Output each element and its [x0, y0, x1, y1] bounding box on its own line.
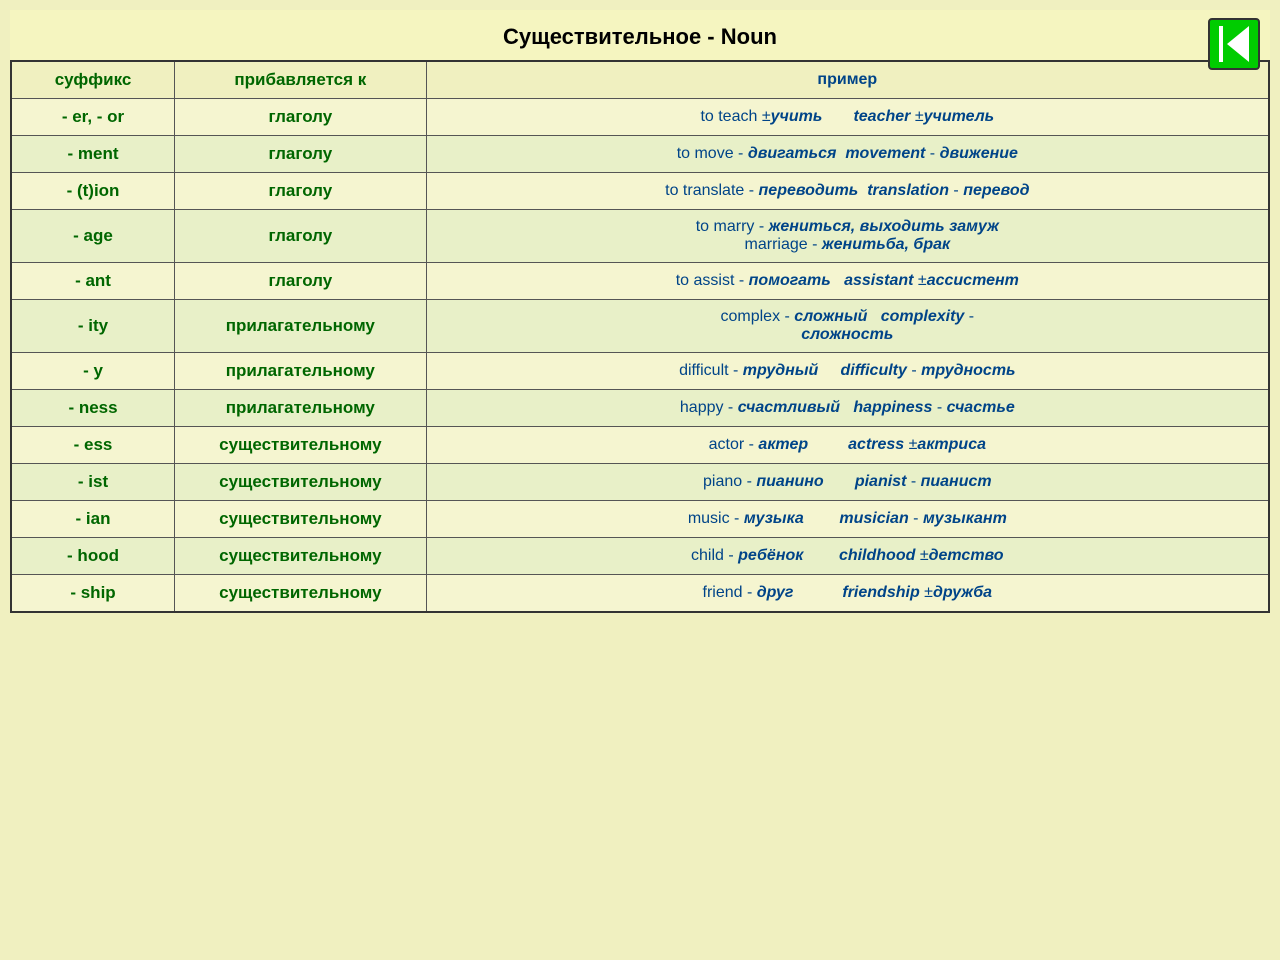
cell-added-to: прилагательному — [175, 353, 427, 390]
cell-suffix: - age — [11, 210, 175, 263]
cell-suffix: - ist — [11, 464, 175, 501]
table-row: - shipсуществительномуfriend - друг frie… — [11, 575, 1269, 613]
cell-example: happy - счастливый happiness - счастье — [426, 390, 1269, 427]
cell-example: friend - друг friendship ±дружба — [426, 575, 1269, 613]
table-row: - nessприлагательномуhappy - счастливый … — [11, 390, 1269, 427]
cell-example: to assist - помогать assistant ±ассистен… — [426, 263, 1269, 300]
cell-example: to marry - жениться, выходить замужmarri… — [426, 210, 1269, 263]
cell-suffix: - ment — [11, 136, 175, 173]
cell-suffix: - ant — [11, 263, 175, 300]
cell-example: actor - актер actress ±актриса — [426, 427, 1269, 464]
header-suffix: суффикс — [11, 61, 175, 99]
page-title: Существительное - Noun — [503, 24, 777, 50]
cell-suffix: - ian — [11, 501, 175, 538]
cell-suffix: - ity — [11, 300, 175, 353]
cell-example: child - ребёнок childhood ±детство — [426, 538, 1269, 575]
table-row: - ianсуществительномуmusic - музыка musi… — [11, 501, 1269, 538]
cell-example: piano - пианино pianist - пианист — [426, 464, 1269, 501]
cell-suffix: - er, - or — [11, 99, 175, 136]
cell-example: to move - двигаться movement - движение — [426, 136, 1269, 173]
table-row: - mentглаголуto move - двигаться movemen… — [11, 136, 1269, 173]
cell-suffix: - ship — [11, 575, 175, 613]
cell-suffix: - y — [11, 353, 175, 390]
cell-added-to: существительному — [175, 464, 427, 501]
table-row: - (t)ionглаголуto translate - переводить… — [11, 173, 1269, 210]
page-wrapper: Существительное - Noun суффикс прибавляе… — [10, 10, 1270, 613]
cell-added-to: прилагательному — [175, 300, 427, 353]
cell-example: music - музыка musician - музыкант — [426, 501, 1269, 538]
table-row: - antглаголуto assist - помогать assista… — [11, 263, 1269, 300]
cell-added-to: прилагательному — [175, 390, 427, 427]
page-header: Существительное - Noun — [10, 10, 1270, 60]
cell-suffix: - ness — [11, 390, 175, 427]
table-row: - istсуществительномуpiano - пианино pia… — [11, 464, 1269, 501]
cell-suffix: - hood — [11, 538, 175, 575]
cell-added-to: глаголу — [175, 136, 427, 173]
cell-example: difficult - трудный difficulty - труднос… — [426, 353, 1269, 390]
cell-added-to: существительному — [175, 575, 427, 613]
table-row: - er, - orглаголуto teach ±учить teacher… — [11, 99, 1269, 136]
header-added-to: прибавляется к — [175, 61, 427, 99]
cell-added-to: глаголу — [175, 173, 427, 210]
table-row: - essсуществительномуactor - актер actre… — [11, 427, 1269, 464]
cell-added-to: существительному — [175, 501, 427, 538]
suffix-table: суффикс прибавляется к пример - er, - or… — [10, 60, 1270, 613]
cell-example: to translate - переводить translation - … — [426, 173, 1269, 210]
cell-suffix: - ess — [11, 427, 175, 464]
table-row: - yприлагательномуdifficult - трудный di… — [11, 353, 1269, 390]
cell-added-to: существительному — [175, 427, 427, 464]
cell-added-to: глаголу — [175, 99, 427, 136]
cell-example: to teach ±учить teacher ±учитель — [426, 99, 1269, 136]
table-row: - ageглаголуto marry - жениться, выходит… — [11, 210, 1269, 263]
table-row: - hoodсуществительномуchild - ребёнок ch… — [11, 538, 1269, 575]
cell-suffix: - (t)ion — [11, 173, 175, 210]
header-example: пример — [426, 61, 1269, 99]
cell-added-to: глаголу — [175, 210, 427, 263]
table-header-row: суффикс прибавляется к пример — [11, 61, 1269, 99]
cell-added-to: существительному — [175, 538, 427, 575]
cell-added-to: глаголу — [175, 263, 427, 300]
table-row: - ityприлагательномуcomplex - сложный co… — [11, 300, 1269, 353]
nav-back-button[interactable] — [1208, 18, 1260, 70]
cell-example: complex - сложный complexity -сложность — [426, 300, 1269, 353]
